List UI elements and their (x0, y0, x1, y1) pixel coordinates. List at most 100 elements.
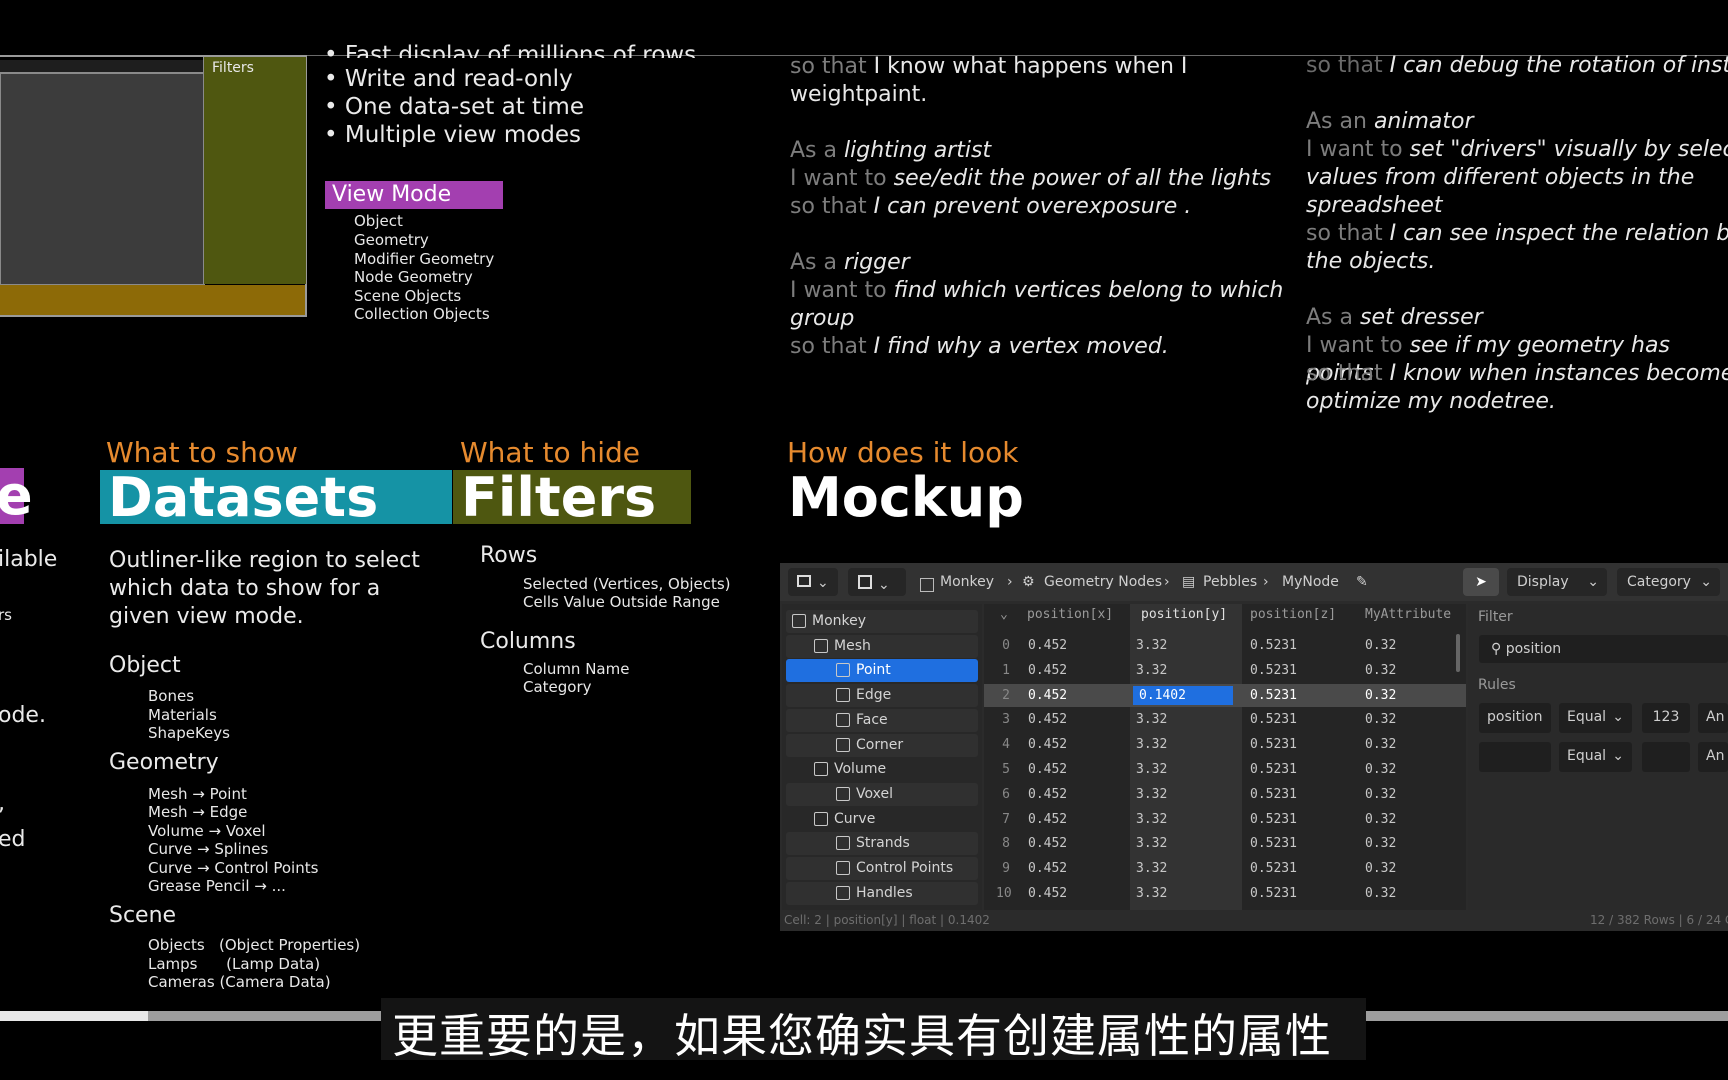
tree-item-control-points[interactable]: Control Points (786, 857, 978, 880)
table-cell[interactable]: 0.452 (1028, 886, 1067, 901)
table-cell[interactable]: 0.5231 (1250, 712, 1297, 727)
table-cell[interactable]: 0.452 (1028, 663, 1067, 678)
story-line: I want to see/edit the power of all the … (790, 166, 1272, 191)
video-progress-played[interactable] (0, 1011, 148, 1021)
table-cell[interactable]: 0.32 (1365, 861, 1396, 876)
rule-value-input[interactable]: 123 (1642, 703, 1690, 733)
sketch-filters-label: Filters (212, 60, 254, 76)
editor-type-button[interactable]: ⌄ (788, 568, 838, 596)
breadcrumb-item[interactable]: MyNode (1282, 574, 1339, 590)
table-cell[interactable]: 0.452 (1028, 688, 1067, 703)
table-cell[interactable]: 3.32 (1136, 787, 1167, 802)
tree-item-strands[interactable]: Strands (786, 832, 978, 856)
datasets-scene-heading: Scene (109, 903, 177, 928)
table-cell[interactable]: 3.32 (1136, 812, 1167, 827)
table-cell[interactable]: 0.452 (1028, 712, 1067, 727)
tree-item-corner[interactable]: Corner (786, 733, 978, 757)
tree-item-mesh[interactable]: Mesh (786, 634, 978, 658)
table-cell[interactable]: 0.32 (1365, 737, 1396, 752)
table-cell[interactable]: 3.32 (1136, 861, 1167, 876)
tree-item-label: Volume (834, 761, 887, 778)
table-cell[interactable]: 0.1402 (1133, 685, 1233, 705)
table-cell[interactable]: 0.452 (1028, 787, 1067, 802)
table-cell[interactable]: 0.5231 (1250, 762, 1297, 777)
table-cell[interactable]: 0.452 (1028, 836, 1067, 851)
tree-item-handles[interactable]: Handles (786, 881, 978, 905)
tree-item-point[interactable]: Point (786, 659, 978, 683)
story-line: As an animator (1306, 109, 1474, 134)
table-cell[interactable]: 0.32 (1365, 663, 1396, 678)
rules-heading: Rules (1478, 677, 1516, 693)
table-cell[interactable]: 0.32 (1365, 836, 1396, 851)
datasets-desc: given view mode. (109, 604, 304, 629)
rule-combine-dropdown[interactable]: An (1698, 742, 1728, 772)
table-cell[interactable]: 3.32 (1136, 762, 1167, 777)
tree-item-curve[interactable]: Curve (786, 808, 978, 831)
tree-item-voxel[interactable]: Voxel (786, 782, 978, 806)
table-cell[interactable]: 0.32 (1365, 762, 1396, 777)
table-cell[interactable]: 0.452 (1028, 861, 1067, 876)
table-cell[interactable]: 0.452 (1028, 762, 1067, 777)
breadcrumb-item[interactable]: Pebbles (1203, 574, 1257, 590)
table-cell[interactable]: 0.5231 (1250, 787, 1297, 802)
cursor-icon[interactable]: ➤ (1463, 568, 1499, 596)
table-cell[interactable]: 3.32 (1136, 886, 1167, 901)
datasets-item: ShapeKeys (148, 724, 230, 742)
rule-value-input[interactable] (1642, 742, 1690, 772)
tree-item-face[interactable]: Face (786, 708, 978, 732)
datasets-desc: Outliner-like region to select (109, 548, 420, 573)
category-dropdown[interactable]: Category ⌄ (1617, 568, 1720, 596)
column-menu-icon[interactable]: ⌄ (1000, 607, 1008, 622)
table-cell[interactable]: 0.452 (1028, 812, 1067, 827)
tree-item-volume[interactable]: Volume (786, 758, 978, 781)
table-cell[interactable]: 0.32 (1365, 688, 1396, 703)
table-cell[interactable]: 0.32 (1365, 886, 1396, 901)
chevron-down-icon: ⌄ (1612, 748, 1624, 764)
column-header[interactable]: MyAttribute (1365, 607, 1451, 622)
row-index: 7 (1002, 811, 1010, 827)
column-header[interactable]: position[y] (1141, 607, 1227, 622)
table-cell[interactable]: 3.32 (1136, 663, 1167, 678)
rule-field-input[interactable] (1479, 742, 1551, 772)
rule-combine-dropdown[interactable]: An (1698, 703, 1728, 733)
table-cell[interactable]: 0.5231 (1250, 737, 1297, 752)
object-mode-button[interactable]: ⌄ (848, 568, 906, 596)
table-cell[interactable]: 0.5231 (1250, 688, 1297, 703)
table-cell[interactable]: 0.5231 (1250, 663, 1297, 678)
tree-item-edge[interactable]: Edge (786, 684, 978, 708)
left-edge-text: , (0, 790, 5, 818)
table-cell[interactable]: 0.452 (1028, 638, 1067, 653)
table-cell[interactable]: 0.5231 (1250, 861, 1297, 876)
breadcrumb-item[interactable]: Geometry Nodes (1044, 574, 1162, 590)
table-cell[interactable]: 3.32 (1136, 638, 1167, 653)
rule-operator-dropdown[interactable]: Equal ⌄ (1559, 703, 1632, 733)
rule-operator-dropdown[interactable]: Equal ⌄ (1559, 742, 1632, 772)
table-cell[interactable]: 3.32 (1136, 836, 1167, 851)
table-cell[interactable]: 0.5231 (1250, 812, 1297, 827)
column-header[interactable]: position[z] (1250, 607, 1336, 622)
rule-field-input[interactable]: position (1479, 703, 1551, 733)
table-cell[interactable]: 0.5231 (1250, 886, 1297, 901)
table-cell[interactable]: 0.452 (1028, 737, 1067, 752)
table-cell[interactable]: 0.5231 (1250, 836, 1297, 851)
filters-rows-heading: Rows (480, 543, 538, 568)
feature-bullet: One data-set at time (324, 94, 584, 120)
pin-icon[interactable]: ✎ (1356, 574, 1368, 590)
tree-item-label: Monkey (812, 613, 867, 629)
breadcrumb-item[interactable]: Monkey (940, 574, 994, 590)
table-cell[interactable]: 3.32 (1136, 737, 1167, 752)
table-cell[interactable]: 0.32 (1365, 638, 1396, 653)
filter-search-input[interactable]: ⚲ position (1479, 635, 1728, 663)
table-cell[interactable]: 0.32 (1365, 787, 1396, 802)
display-dropdown[interactable]: Display ⌄ (1507, 568, 1607, 596)
view-mode-item: Node Geometry (354, 268, 473, 286)
table-cell[interactable]: 3.32 (1136, 712, 1167, 727)
story-line: so that I know when instances become rea (1306, 361, 1728, 386)
story-line: optimize my nodetree. (1306, 389, 1556, 414)
table-cell[interactable]: 0.32 (1365, 812, 1396, 827)
table-cell[interactable]: 0.5231 (1250, 638, 1297, 653)
tree-item-monkey[interactable]: Monkey (786, 610, 978, 633)
table-cell[interactable]: 0.32 (1365, 712, 1396, 727)
column-header[interactable]: position[x] (1027, 607, 1113, 622)
tree-item-label: Edge (856, 687, 892, 704)
